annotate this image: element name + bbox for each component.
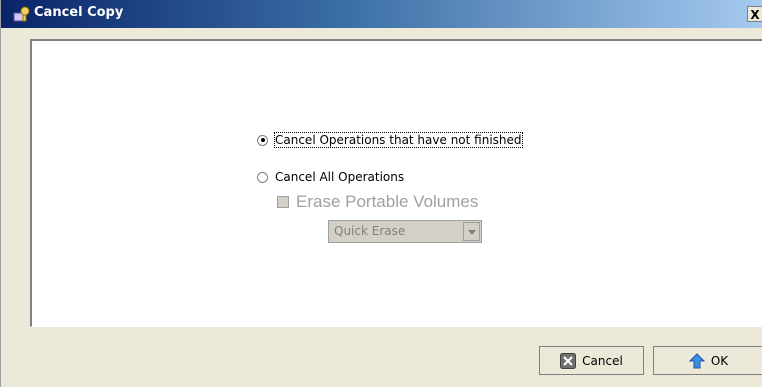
cancel-unfinished-label: Cancel Operations that have not finished <box>274 132 523 148</box>
options-panel: Cancel Operations that have not finished… <box>30 39 762 327</box>
erase-portable-option[interactable]: Erase Portable Volumes <box>277 192 478 212</box>
window-title: Cancel Copy <box>34 5 124 20</box>
cancel-all-label: Cancel All Operations <box>275 170 405 184</box>
erase-method-select[interactable]: Quick Erase <box>328 220 482 243</box>
chevron-down-icon[interactable] <box>463 222 480 241</box>
ok-button[interactable]: OK <box>653 346 762 375</box>
cancel-all-option[interactable]: Cancel All Operations <box>257 170 404 184</box>
cancel-button[interactable]: Cancel <box>539 346 644 375</box>
ok-button-label: OK <box>710 353 729 368</box>
cancel-button-label: Cancel <box>582 353 623 368</box>
erase-portable-checkbox[interactable] <box>277 196 289 208</box>
cancel-unfinished-option[interactable]: Cancel Operations that have not finished <box>257 132 523 148</box>
erase-method-value: Quick Erase <box>334 224 406 238</box>
up-arrow-icon <box>688 352 705 368</box>
close-button[interactable]: X <box>747 6 762 22</box>
cancel-all-radio[interactable] <box>257 171 268 183</box>
erase-portable-label: Erase Portable Volumes <box>296 192 479 211</box>
cancel-x-icon <box>560 352 577 369</box>
copy-icon <box>13 6 30 22</box>
dialog-window: Cancel Copy X Cancel Operations that hav… <box>0 0 762 387</box>
title-bar[interactable]: Cancel Copy X <box>1 0 762 28</box>
cancel-unfinished-radio[interactable] <box>257 134 268 146</box>
